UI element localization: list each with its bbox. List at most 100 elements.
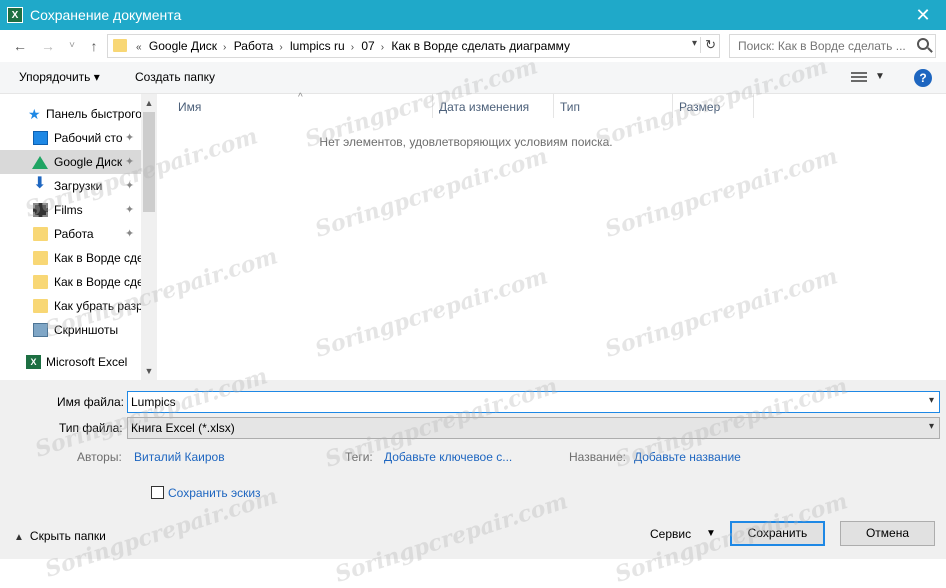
tools-button[interactable]: Сервис ▼ [650, 527, 716, 541]
crumb-current-folder[interactable]: Как в Ворде сделать диаграмму [391, 39, 570, 53]
crumb-separator-icon[interactable]: › [279, 42, 282, 53]
sidebar-item-desktop[interactable]: Рабочий сто ✦ [0, 126, 141, 150]
excel-icon: X [26, 355, 41, 369]
pin-icon: ✦ [125, 228, 135, 240]
column-divider[interactable] [672, 94, 673, 118]
crumb-separator-icon[interactable]: › [351, 42, 354, 53]
column-header-name[interactable]: Имя [178, 100, 201, 114]
column-header-type[interactable]: Тип [560, 100, 580, 114]
navigation-pane: ★ Панель быстрого Рабочий сто ✦ Google Д… [0, 94, 157, 380]
scroll-down-icon[interactable]: ▼ [141, 366, 157, 376]
sidebar-item-quick-access[interactable]: ★ Панель быстрого [0, 102, 141, 126]
organize-button[interactable]: Упорядочить ▾ [19, 70, 100, 84]
authors-field[interactable]: Виталий Каиров [134, 450, 225, 464]
hide-folders-label: Скрыть папки [29, 529, 106, 543]
sidebar-item-label: Films [54, 203, 83, 217]
tags-field[interactable]: Добавьте ключевое с... [384, 450, 512, 464]
address-bar[interactable]: « Google Диск › Работа › lumpics ru › 07 › К… [107, 34, 720, 58]
view-dropdown-icon[interactable]: ▼ [875, 71, 885, 82]
empty-message: Нет элементов, удовлетворяющих условиям … [319, 135, 613, 149]
pin-icon: ✦ [125, 204, 135, 216]
toolbar: Упорядочить ▾ Создать папку ▼ ? [0, 62, 946, 94]
column-divider[interactable] [432, 94, 433, 118]
address-dropdown-icon[interactable]: ▾ [692, 38, 697, 49]
refresh-icon[interactable]: ↻ [700, 37, 716, 53]
sidebar-item-screenshots[interactable]: Скриншоты [0, 318, 141, 342]
sidebar-item-rabota[interactable]: Работа ✦ [0, 222, 141, 246]
crumb-lumpics[interactable]: lumpics ru [290, 39, 345, 53]
sidebar-item-folder[interactable]: Как в Ворде сде [0, 246, 141, 270]
google-drive-icon [32, 156, 48, 169]
column-header-size[interactable]: Размер [679, 100, 720, 114]
hide-folders-button[interactable]: ▲ Скрыть папки [14, 529, 106, 543]
scroll-thumb[interactable] [143, 112, 155, 212]
close-button[interactable]: ✕ [900, 0, 946, 30]
authors-label: Авторы: [77, 450, 122, 464]
crumb-07[interactable]: 07 [361, 39, 374, 53]
chevron-up-icon: ▲ [14, 532, 24, 543]
back-button[interactable]: ← [10, 36, 30, 56]
pin-icon: ✦ [125, 156, 135, 168]
chevron-down-icon: ▼ [706, 528, 716, 539]
sidebar-item-microsoft-excel[interactable]: X Microsoft Excel [0, 350, 141, 374]
search-box[interactable] [729, 34, 936, 58]
sidebar-item-label: Как убрать разр [54, 299, 141, 313]
filename-field[interactable]: ▾ [127, 391, 940, 413]
view-options-icon[interactable] [851, 72, 867, 84]
pin-icon: ✦ [125, 180, 135, 192]
save-thumbnail-label[interactable]: Сохранить эскиз [168, 486, 261, 500]
sidebar-item-label: Microsoft Excel [46, 355, 128, 369]
folder-icon [33, 299, 48, 313]
sidebar-item-label: Панель быстрого [46, 107, 141, 121]
new-folder-button[interactable]: Создать папку [135, 70, 215, 84]
sidebar-item-google-drive[interactable]: Google Диск ✦ [0, 150, 141, 174]
sort-ascending-icon: ^ [298, 92, 303, 103]
file-list: ^ Имя Дата изменения Тип Размер Нет элем… [158, 92, 946, 380]
filename-input[interactable] [128, 392, 918, 412]
save-thumbnail-checkbox[interactable] [151, 486, 164, 499]
search-input[interactable] [730, 35, 910, 57]
save-button[interactable]: Сохранить [730, 521, 825, 546]
chevron-down-icon[interactable]: ▾ [929, 395, 934, 406]
sidebar-item-folder[interactable]: Как в Ворде сде [0, 270, 141, 294]
sidebar-item-label: Загрузки [54, 179, 103, 193]
title-label: Название: [569, 450, 626, 464]
sidebar-item-films[interactable]: Films ✦ [0, 198, 141, 222]
title-field[interactable]: Добавьте название [634, 450, 741, 464]
column-header-date[interactable]: Дата изменения [439, 100, 529, 114]
excel-app-icon: X [7, 7, 23, 23]
sidebar-item-label: Работа [54, 227, 94, 241]
nav-scrollbar[interactable]: ▲ ▼ [141, 94, 157, 380]
filetype-select[interactable]: Книга Excel (*.xlsx) ▾ [127, 417, 940, 439]
search-icon[interactable] [917, 38, 929, 50]
sidebar-item-label: Рабочий сто [54, 131, 123, 145]
sidebar-item-folder[interactable]: Как убрать разр [0, 294, 141, 318]
folder-icon [33, 275, 48, 289]
crumb-rabota[interactable]: Работа [234, 39, 274, 53]
sidebar-item-downloads[interactable]: ⬇ Загрузки ✦ [0, 174, 141, 198]
chevron-down-icon[interactable]: ▾ [929, 421, 934, 432]
column-divider[interactable] [553, 94, 554, 118]
help-icon[interactable]: ? [914, 69, 932, 87]
crumb-google-drive[interactable]: Google Диск [149, 39, 217, 53]
column-divider[interactable] [753, 94, 754, 118]
crumb-separator-icon[interactable]: › [223, 42, 226, 53]
tags-label: Теги: [345, 450, 373, 464]
overflow-chevron-icon[interactable]: « [136, 42, 142, 53]
crumb-separator-icon[interactable]: › [381, 42, 384, 53]
cancel-button[interactable]: Отмена [840, 521, 935, 546]
breadcrumb: « Google Диск › Работа › lumpics ru › 07 › К… [134, 39, 574, 53]
filetype-label: Тип файла: [59, 421, 123, 435]
sidebar-item-label: Google Диск [54, 155, 123, 169]
filetype-value: Книга Excel (*.xlsx) [131, 421, 235, 435]
forward-button[interactable]: → [38, 36, 58, 56]
tools-label: Сервис [650, 527, 692, 541]
star-icon: ★ [28, 106, 41, 122]
filename-label: Имя файла: [57, 395, 124, 409]
folder-icon [33, 227, 48, 241]
folder-icon [113, 39, 127, 52]
film-icon [33, 203, 48, 217]
recent-locations-button[interactable]: ˅ [62, 36, 82, 56]
scroll-up-icon[interactable]: ▲ [141, 98, 157, 108]
up-button[interactable]: ↑ [84, 36, 104, 56]
